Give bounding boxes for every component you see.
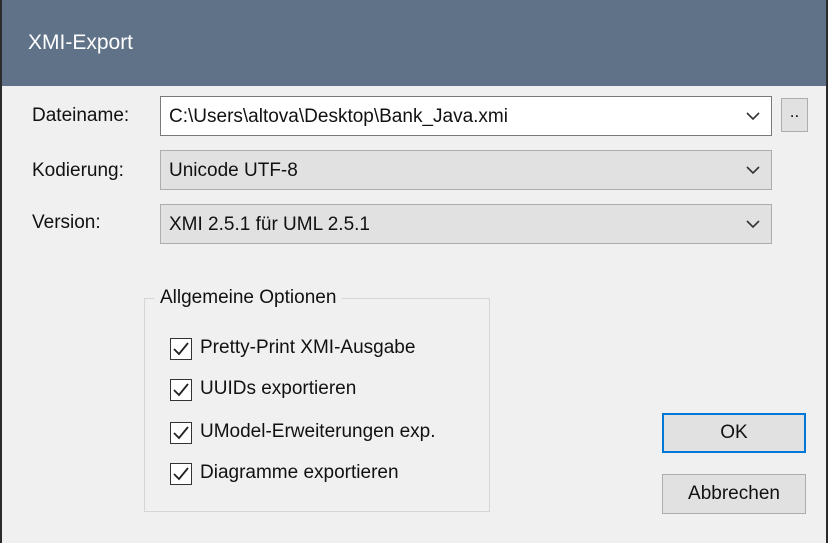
filename-input[interactable]: C:\Users\altova\Desktop\Bank_Java.xmi bbox=[169, 106, 508, 128]
uuids-label[interactable]: UUIDs exportieren bbox=[200, 378, 356, 400]
chevron-down-icon[interactable] bbox=[745, 109, 761, 123]
browse-button[interactable]: .. bbox=[781, 98, 808, 132]
checkmark-icon bbox=[173, 342, 189, 356]
uuids-checkbox[interactable] bbox=[170, 379, 192, 401]
version-value: XMI 2.5.1 für UML 2.5.1 bbox=[169, 214, 370, 235]
pretty-print-label[interactable]: Pretty-Print XMI-Ausgabe bbox=[200, 337, 415, 359]
xmi-export-dialog: XMI-Export Dateiname: C:\Users\altova\De… bbox=[0, 0, 828, 543]
encoding-select[interactable]: Unicode UTF-8 bbox=[160, 150, 772, 190]
version-select[interactable]: XMI 2.5.1 für UML 2.5.1 bbox=[160, 204, 772, 244]
checkmark-icon bbox=[173, 383, 189, 397]
chevron-down-icon[interactable] bbox=[745, 217, 761, 231]
filename-combobox[interactable]: C:\Users\altova\Desktop\Bank_Java.xmi bbox=[160, 96, 772, 136]
umodel-extensions-label[interactable]: UModel-Erweiterungen exp. bbox=[200, 421, 436, 443]
checkmark-icon bbox=[173, 426, 189, 440]
cancel-button[interactable]: Abbrechen bbox=[662, 474, 806, 514]
ok-button[interactable]: OK bbox=[662, 413, 806, 453]
umodel-extensions-checkbox[interactable] bbox=[170, 422, 192, 444]
pretty-print-checkbox[interactable] bbox=[170, 338, 192, 360]
options-group-title: Allgemeine Optionen bbox=[154, 287, 343, 309]
filename-label: Dateiname: bbox=[32, 105, 130, 126]
encoding-label: Kodierung: bbox=[32, 160, 124, 181]
diagrams-label[interactable]: Diagramme exportieren bbox=[200, 462, 399, 484]
chevron-down-icon[interactable] bbox=[745, 163, 761, 177]
dialog-title: XMI-Export bbox=[28, 31, 134, 54]
version-label: Version: bbox=[32, 212, 101, 233]
diagrams-checkbox[interactable] bbox=[170, 463, 192, 485]
checkmark-icon bbox=[173, 467, 189, 481]
encoding-value: Unicode UTF-8 bbox=[169, 160, 298, 181]
title-bar[interactable]: XMI-Export bbox=[2, 0, 826, 86]
